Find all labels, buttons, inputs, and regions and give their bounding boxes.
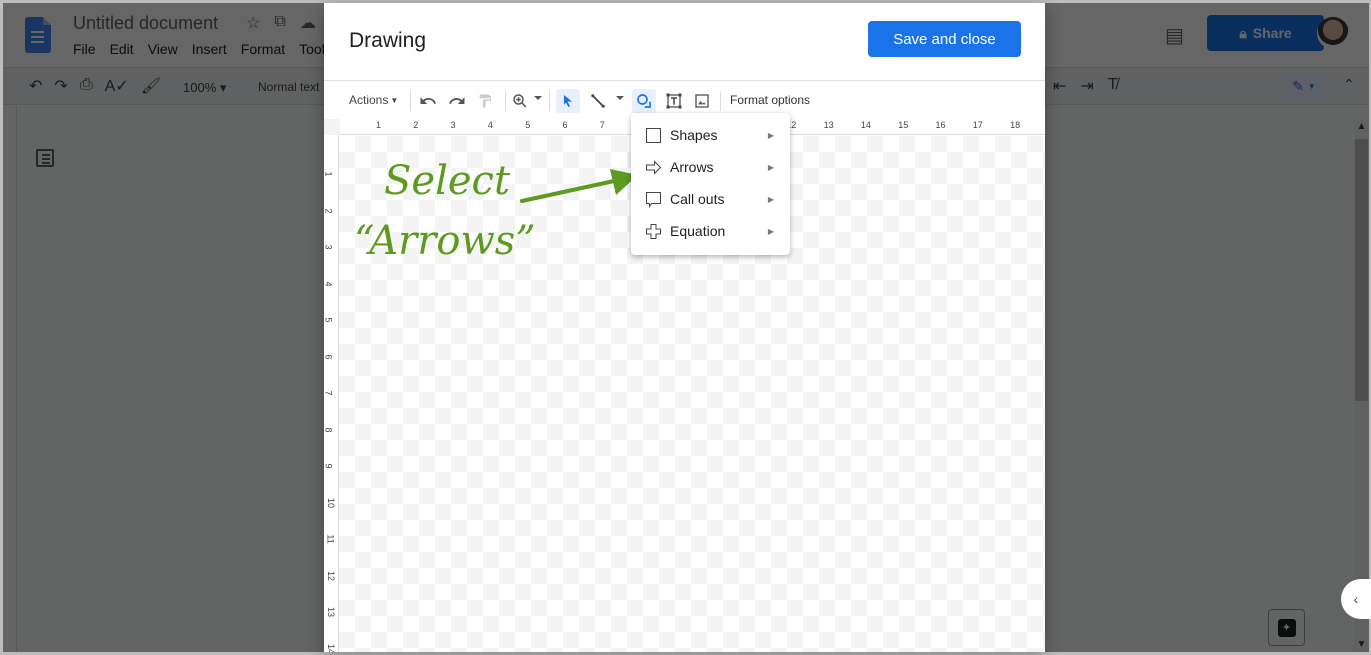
ruler-tick-label: 12 xyxy=(326,570,337,581)
vertical-ruler: 1 2 3 4 5 6 7 8 9 10 11 12 13 14 xyxy=(324,135,339,652)
menu-item-call-outs[interactable]: Call outs ▶ xyxy=(631,183,790,215)
redo-icon xyxy=(449,97,465,104)
ruler-tick-label: 4 xyxy=(487,120,493,130)
submenu-arrow-icon: ▶ xyxy=(767,194,774,204)
ruler-tick-label: 13 xyxy=(326,606,337,618)
zoom-in-icon xyxy=(513,94,527,108)
toolbar-divider xyxy=(505,91,506,111)
ruler-tick-label: 6 xyxy=(562,120,568,130)
undo-icon xyxy=(420,97,437,104)
dialog-title: Drawing xyxy=(349,29,427,52)
zoom-button[interactable] xyxy=(508,89,532,113)
toolbar-divider xyxy=(410,91,411,111)
ruler-tick-label: 4 xyxy=(324,280,334,287)
ruler-tick-label: 18 xyxy=(1010,120,1021,130)
shape-dropdown-menu: Shapes ▶ Arrows ▶ Call outs ▶ Equation ▶ xyxy=(631,113,790,255)
image-icon xyxy=(695,94,709,108)
ruler-tick-label: 2 xyxy=(413,120,419,130)
menu-item-label: Equation xyxy=(670,223,726,239)
annotation-line-2: “Arrows” xyxy=(354,218,536,264)
ruler-tick-label: 2 xyxy=(324,207,334,214)
toolbar-divider xyxy=(720,91,721,111)
line-icon xyxy=(591,94,605,108)
chevron-left-icon: ‹ xyxy=(1353,591,1359,607)
ruler-tick-label: 11 xyxy=(325,534,336,544)
plus-icon xyxy=(645,223,662,240)
paint-format-icon xyxy=(479,94,491,108)
ruler-tick-label: 16 xyxy=(935,120,946,130)
annotation-line-1: Select xyxy=(384,158,511,204)
cursor-arrow-icon xyxy=(564,95,572,107)
submenu-arrow-icon: ▶ xyxy=(767,226,774,236)
menu-item-label: Arrows xyxy=(670,159,714,175)
menu-item-label: Shapes xyxy=(670,127,718,143)
drawing-dialog: Drawing Save and close Actions ▼ Format … xyxy=(324,3,1045,652)
callout-icon xyxy=(645,191,662,208)
image-tool-button[interactable] xyxy=(690,89,714,113)
shape-icon xyxy=(637,94,651,108)
text-box-icon xyxy=(666,93,682,109)
toolbar-divider xyxy=(549,91,550,111)
ruler-tick-label: 15 xyxy=(898,120,909,130)
paint-format-button[interactable] xyxy=(473,89,497,113)
actions-menu-button[interactable]: Actions ▼ xyxy=(349,81,398,119)
annotation-arrow-icon xyxy=(520,169,638,203)
ruler-tick-label: 13 xyxy=(823,120,834,130)
menu-item-arrows[interactable]: Arrows ▶ xyxy=(631,151,790,183)
ruler-corner xyxy=(324,119,340,135)
ruler-tick-label: 14 xyxy=(326,643,337,652)
ruler-tick-label: 5 xyxy=(324,317,334,323)
ruler-tick-label: 14 xyxy=(860,120,871,130)
chevron-down-icon: ▼ xyxy=(390,95,399,105)
redo-button[interactable] xyxy=(445,89,469,113)
ruler-tick-label: 3 xyxy=(450,120,456,130)
undo-button[interactable] xyxy=(416,89,440,113)
ruler-tick-label: 9 xyxy=(324,463,334,469)
ruler-tick-label: 1 xyxy=(376,120,382,130)
ruler-tick-label: 7 xyxy=(599,120,605,130)
line-tool-button[interactable] xyxy=(586,89,610,113)
ruler-tick-label: 7 xyxy=(324,390,334,396)
shape-tool-button[interactable] xyxy=(632,89,656,113)
ruler-tick-label: 1 xyxy=(324,171,334,177)
ruler-tick-label: 3 xyxy=(324,244,334,250)
ruler-tick-label: 6 xyxy=(324,353,334,360)
zoom-dropdown-icon[interactable] xyxy=(534,96,542,100)
ruler-tick-label: 5 xyxy=(525,120,531,130)
ruler-tick-label: 8 xyxy=(324,426,334,433)
submenu-arrow-icon: ▶ xyxy=(767,130,774,140)
submenu-arrow-icon: ▶ xyxy=(767,162,774,172)
menu-item-shapes[interactable]: Shapes ▶ xyxy=(631,119,790,151)
ruler-tick-label: 10 xyxy=(326,497,337,508)
square-icon xyxy=(645,127,662,144)
actions-label: Actions xyxy=(349,93,389,107)
save-and-close-button[interactable]: Save and close xyxy=(868,21,1021,57)
arrow-right-icon xyxy=(645,159,662,176)
text-box-tool-button[interactable] xyxy=(662,89,686,113)
ruler-tick-label: 17 xyxy=(972,120,983,130)
menu-item-label: Call outs xyxy=(670,191,725,207)
menu-item-equation[interactable]: Equation ▶ xyxy=(631,215,790,247)
select-tool-button[interactable] xyxy=(556,89,580,113)
line-dropdown-icon[interactable] xyxy=(616,96,624,100)
